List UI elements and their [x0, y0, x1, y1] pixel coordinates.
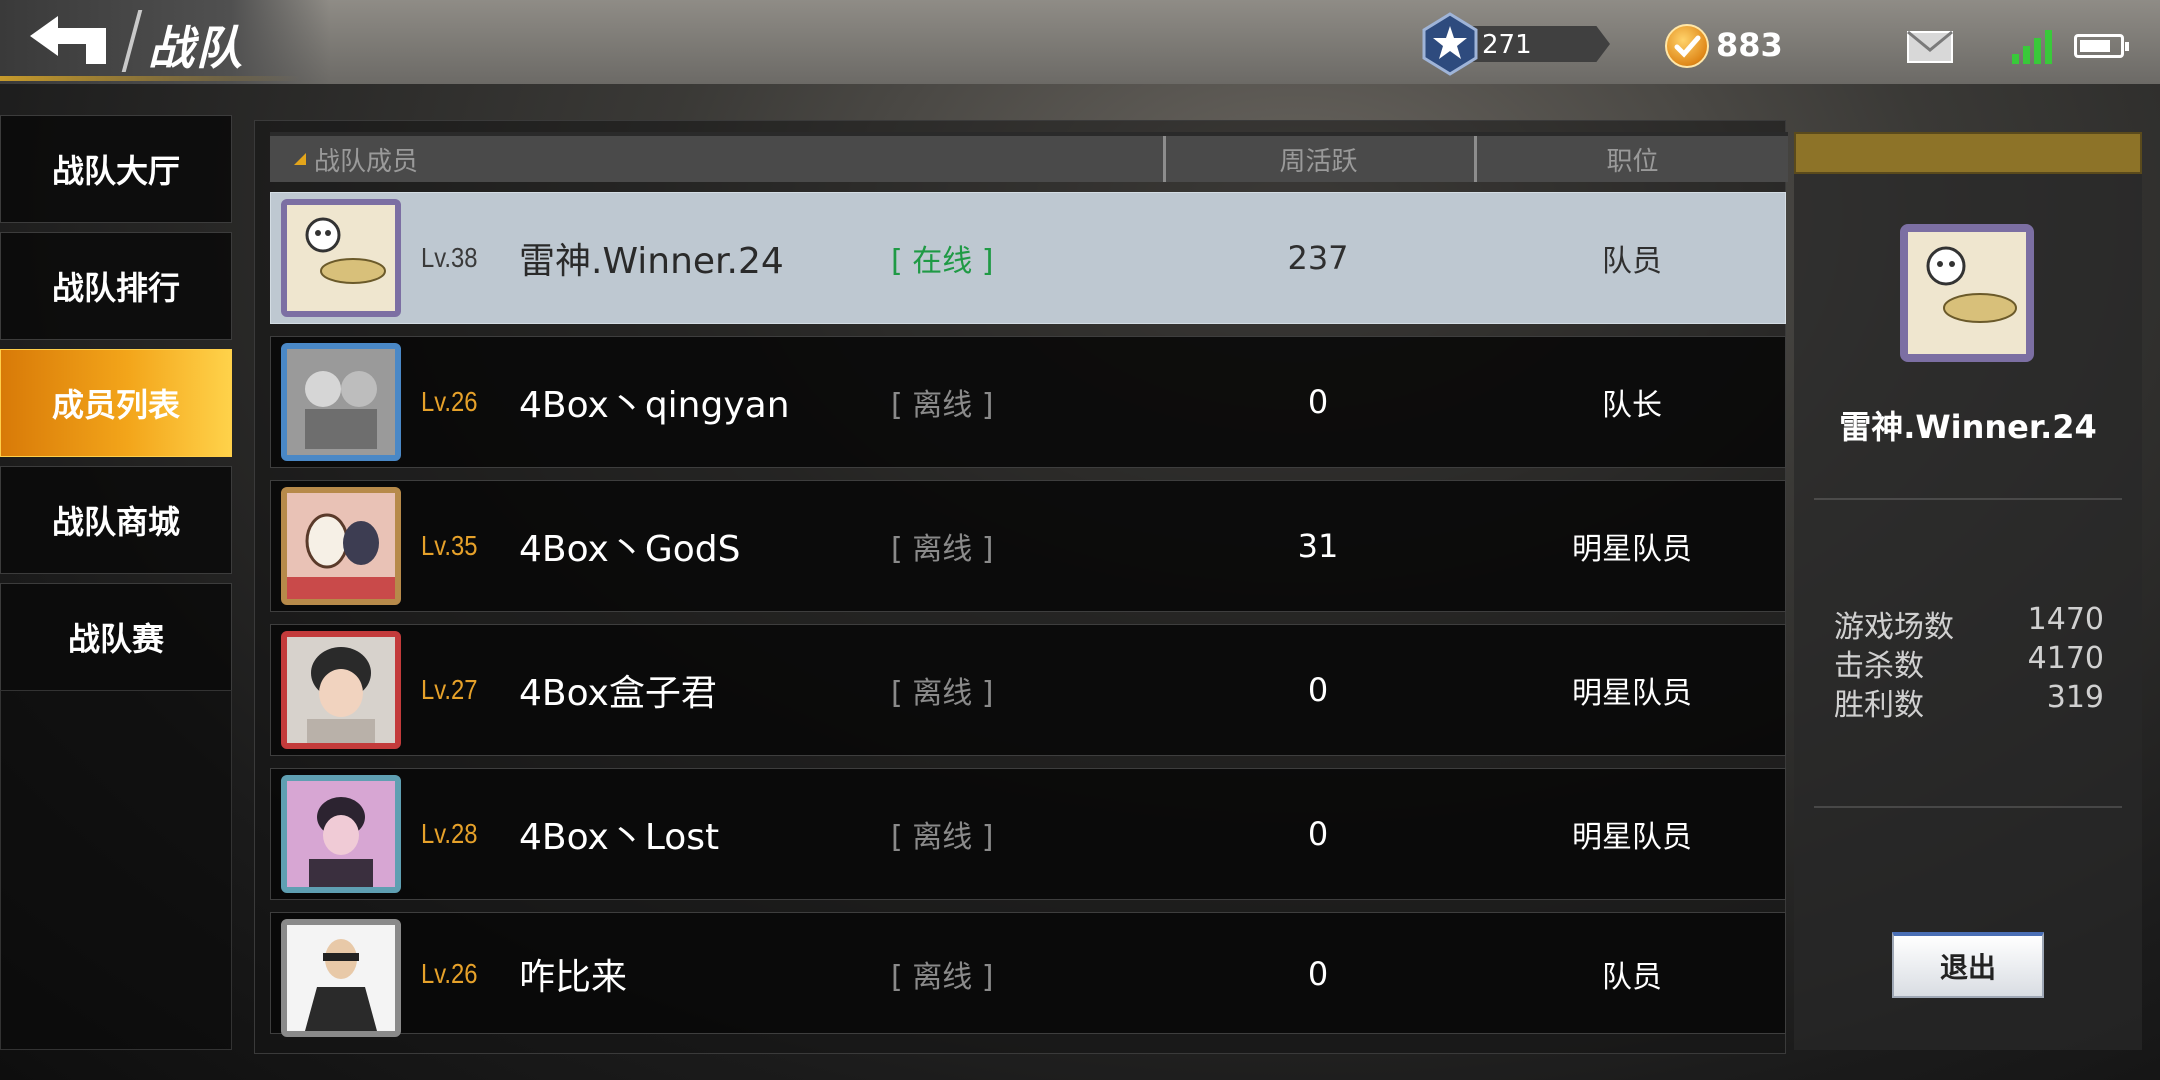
column-header-role[interactable]: 职位	[1474, 136, 1788, 182]
member-weekly-activity: 0	[1307, 815, 1329, 853]
mail-icon[interactable]	[1906, 30, 1954, 64]
table-row[interactable]: Lv.27 4Box盒子君 [ 离线 ] 0 明星队员	[270, 624, 1786, 756]
member-detail-panel: 雷神.Winner.24 游戏场数 1470 击杀数 4170 胜利数 319 …	[1794, 132, 2142, 1050]
member-status: [ 离线 ]	[891, 388, 994, 423]
rank-badge-icon[interactable]	[1420, 12, 1480, 76]
member-status: [ 离线 ]	[891, 960, 994, 995]
member-weekly-activity: 0	[1307, 671, 1329, 709]
detail-member-name: 雷神.Winner.24	[1839, 408, 2097, 446]
avatar	[281, 343, 401, 461]
divider	[1814, 498, 2122, 500]
sidebar-item-team-ranking[interactable]: 战队排行	[0, 232, 232, 340]
rank-value: 271	[1482, 30, 1532, 60]
table-row[interactable]: Lv.38 雷神.Winner.24 [ 在线 ] 237 队员	[270, 192, 1786, 324]
avatar	[281, 775, 401, 893]
sidebar: 战队大厅 战队排行 成员列表 战队商城 战队赛	[0, 115, 234, 700]
member-level: Lv.38	[421, 242, 478, 273]
signal-icon	[2012, 28, 2056, 64]
member-role: 队员	[1602, 960, 1662, 995]
sidebar-item-team-hall[interactable]: 战队大厅	[0, 115, 232, 223]
member-weekly-activity: 31	[1297, 527, 1339, 565]
table-row[interactable]: Lv.26 4Box丶qingyan [ 离线 ] 0 队长	[270, 336, 1786, 468]
table-row[interactable]: Lv.35 4Box丶GodS [ 离线 ] 31 明星队员	[270, 480, 1786, 612]
table-row[interactable]: Lv.26 咋比来 [ 离线 ] 0 队员	[270, 912, 1786, 1037]
avatar	[281, 919, 401, 1037]
member-stats: 游戏场数 1470 击杀数 4170 胜利数 319	[1834, 602, 2104, 723]
table-row[interactable]: Lv.28 4Box丶Lost [ 离线 ] 0 明星队员	[270, 768, 1786, 900]
member-name: 雷神.Winner.24	[519, 241, 784, 282]
avatar	[281, 487, 401, 605]
detail-header-bar	[1794, 132, 2142, 174]
member-role: 队员	[1602, 244, 1662, 279]
sidebar-empty-area	[0, 690, 232, 1050]
member-status: [ 离线 ]	[891, 532, 994, 567]
sidebar-item-label: 战队赛	[67, 620, 164, 658]
sidebar-item-label: 战队排行	[51, 269, 180, 307]
back-arrow-icon[interactable]	[24, 12, 114, 68]
member-role: 明星队员	[1572, 532, 1692, 567]
member-level: Lv.26	[421, 386, 478, 417]
sidebar-item-label: 战队商城	[51, 503, 180, 541]
sidebar-item-label: 成员列表	[51, 386, 180, 424]
column-header-weekly[interactable]: 周活跃	[1163, 136, 1471, 182]
member-level: Lv.26	[421, 958, 478, 989]
member-role: 队长	[1602, 388, 1662, 423]
top-bar: 战队 271 883	[0, 0, 2160, 84]
stat-games-played: 游戏场数 1470	[1834, 602, 2104, 645]
member-name: 4Box盒子君	[519, 673, 717, 714]
sidebar-item-label: 战队大厅	[51, 152, 180, 190]
avatar	[281, 199, 401, 317]
stat-kills: 击杀数 4170	[1834, 641, 2104, 684]
coin-icon[interactable]	[1665, 24, 1709, 68]
sidebar-item-team-match[interactable]: 战队赛	[0, 583, 232, 691]
member-weekly-activity: 237	[1287, 239, 1349, 277]
member-name: 4Box丶qingyan	[519, 385, 790, 426]
coin-value: 883	[1716, 26, 1783, 64]
column-header-members[interactable]: 战队成员	[294, 136, 418, 182]
member-status: [ 在线 ]	[891, 244, 994, 279]
sidebar-item-team-shop[interactable]: 战队商城	[0, 466, 232, 574]
title-underline	[0, 76, 300, 81]
member-role: 明星队员	[1572, 676, 1692, 711]
member-level: Lv.35	[421, 530, 478, 561]
sidebar-item-member-list[interactable]: 成员列表	[0, 349, 232, 457]
stat-wins: 胜利数 319	[1834, 680, 2104, 723]
exit-button[interactable]: 退出	[1892, 932, 2044, 998]
avatar	[281, 631, 401, 749]
member-weekly-activity: 0	[1307, 955, 1329, 993]
member-role: 明星队员	[1572, 820, 1692, 855]
member-name: 4Box丶Lost	[519, 817, 720, 858]
avatar	[1900, 224, 2034, 362]
member-name: 4Box丶GodS	[519, 529, 741, 570]
table-header: 战队成员 周活跃 职位	[270, 132, 1788, 182]
member-level: Lv.28	[421, 818, 478, 849]
divider	[1814, 806, 2122, 808]
member-name: 咋比来	[519, 957, 628, 998]
member-rows: Lv.38 雷神.Winner.24 [ 在线 ] 237 队员 Lv.26 4…	[270, 192, 1786, 1037]
member-status: [ 离线 ]	[891, 676, 994, 711]
page-title: 战队	[148, 21, 244, 75]
member-weekly-activity: 0	[1307, 383, 1329, 421]
battery-icon	[2074, 34, 2129, 58]
member-status: [ 离线 ]	[891, 820, 994, 855]
member-level: Lv.27	[421, 674, 478, 705]
